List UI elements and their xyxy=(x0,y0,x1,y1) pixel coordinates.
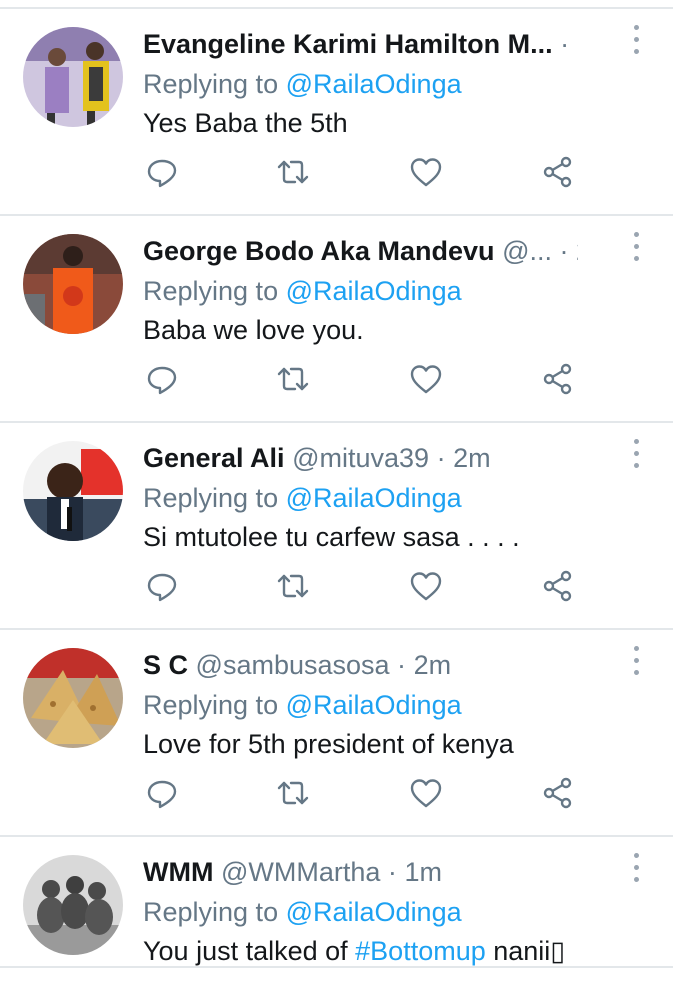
replying-to-label: Replying to xyxy=(143,276,279,306)
avatar[interactable] xyxy=(23,441,123,541)
like-icon[interactable] xyxy=(409,155,443,189)
timestamp[interactable]: 1m xyxy=(577,29,578,59)
avatar[interactable] xyxy=(23,27,123,127)
separator: · xyxy=(559,236,569,266)
tweet-header: General Ali @mituva39 · 2m xyxy=(143,437,578,479)
replying-to: Replying to @RailaOdinga xyxy=(143,477,462,519)
action-bar xyxy=(0,356,673,406)
tweet-text: Baba we love you. xyxy=(143,308,364,352)
author-name[interactable]: WMM xyxy=(143,857,213,887)
more-vertical-icon[interactable] xyxy=(620,23,654,63)
replying-to-label: Replying to xyxy=(143,69,279,99)
reply-icon[interactable] xyxy=(145,776,179,810)
tweet-text: Love for 5th president of kenya xyxy=(143,722,514,766)
avatar[interactable] xyxy=(23,855,123,955)
replying-to: Replying to @RailaOdinga xyxy=(143,270,462,312)
author-handle[interactable]: @... xyxy=(502,236,552,266)
tweet-reply[interactable]: Evangeline Karimi Hamilton M... · 1m Rep… xyxy=(0,9,673,216)
more-vertical-icon[interactable] xyxy=(620,230,654,270)
retweet-icon[interactable] xyxy=(276,776,310,810)
replying-to-handle[interactable]: @RailaOdinga xyxy=(286,69,462,99)
replying-to-handle[interactable]: @RailaOdinga xyxy=(286,897,462,927)
tweet-reply[interactable]: General Ali @mituva39 · 2m Replying to @… xyxy=(0,423,673,630)
reply-icon[interactable] xyxy=(145,569,179,603)
more-vertical-icon[interactable] xyxy=(620,437,654,477)
replying-to-handle[interactable]: @RailaOdinga xyxy=(286,276,462,306)
replying-to-label: Replying to xyxy=(143,483,279,513)
action-bar xyxy=(0,563,673,613)
timestamp[interactable]: 2m xyxy=(414,650,452,680)
tweet-text-body: Yes Baba the 5th xyxy=(143,108,348,138)
retweet-icon[interactable] xyxy=(276,155,310,189)
tweet-header: Evangeline Karimi Hamilton M... · 1m xyxy=(143,23,578,65)
replying-to-label: Replying to xyxy=(143,897,279,927)
tweet-text-body: Si mtutolee tu carfew sasa . . . . xyxy=(143,522,520,552)
action-bar xyxy=(0,770,673,820)
replying-to: Replying to @RailaOdinga xyxy=(143,891,462,933)
share-icon[interactable] xyxy=(541,569,575,603)
like-icon[interactable] xyxy=(409,776,443,810)
separator: · xyxy=(387,857,397,887)
tweet-header: George Bodo Aka Mandevu @... · 2m xyxy=(143,230,578,272)
tweet-header: S C @sambusasosa · 2m xyxy=(143,644,578,686)
tweet-text-body: Baba we love you. xyxy=(143,315,364,345)
separator: · xyxy=(436,443,446,473)
tweet-text: Si mtutolee tu carfew sasa . . . . xyxy=(143,515,520,559)
divider xyxy=(0,966,673,968)
tweet-reply[interactable]: WMM @WMMartha · 1m Replying to @RailaOdi… xyxy=(0,837,673,968)
retweet-icon[interactable] xyxy=(276,569,310,603)
like-icon[interactable] xyxy=(409,569,443,603)
action-bar xyxy=(0,149,673,199)
timestamp[interactable]: 2m xyxy=(453,443,491,473)
replying-to-label: Replying to xyxy=(143,690,279,720)
author-name[interactable]: S C xyxy=(143,650,188,680)
reply-icon[interactable] xyxy=(145,155,179,189)
tweet-reply[interactable]: S C @sambusasosa · 2m Replying to @Raila… xyxy=(0,630,673,837)
tweet-reply[interactable]: George Bodo Aka Mandevu @... · 2m Replyi… xyxy=(0,216,673,423)
replying-to: Replying to @RailaOdinga xyxy=(143,684,462,726)
author-handle[interactable]: @mituva39 xyxy=(292,443,429,473)
share-icon[interactable] xyxy=(541,155,575,189)
like-icon[interactable] xyxy=(409,362,443,396)
author-name[interactable]: Evangeline Karimi Hamilton M... xyxy=(143,29,553,59)
tweet-text-body: You just talked of xyxy=(143,936,356,966)
author-handle[interactable]: @WMMartha xyxy=(221,857,380,887)
tweet-text-suffix: nanii▯ xyxy=(485,936,566,966)
separator: · xyxy=(560,29,570,59)
reply-icon[interactable] xyxy=(145,362,179,396)
tweet-text-body: Love for 5th president of kenya xyxy=(143,729,514,759)
author-name[interactable]: George Bodo Aka Mandevu xyxy=(143,236,495,266)
share-icon[interactable] xyxy=(541,362,575,396)
separator: · xyxy=(397,650,407,680)
avatar[interactable] xyxy=(23,648,123,748)
share-icon[interactable] xyxy=(541,776,575,810)
tweet-text: Yes Baba the 5th xyxy=(143,101,348,145)
replying-to-handle[interactable]: @RailaOdinga xyxy=(286,690,462,720)
author-handle[interactable]: @sambusasosa xyxy=(196,650,390,680)
retweet-icon[interactable] xyxy=(276,362,310,396)
timestamp[interactable]: 1m xyxy=(404,857,442,887)
timestamp[interactable]: 2m xyxy=(576,236,578,266)
tweet-header: WMM @WMMartha · 1m xyxy=(143,851,578,893)
replying-to: Replying to @RailaOdinga xyxy=(143,63,462,105)
more-vertical-icon[interactable] xyxy=(620,644,654,684)
hashtag-link[interactable]: #Bottomup xyxy=(355,936,486,966)
more-vertical-icon[interactable] xyxy=(620,851,654,891)
author-name[interactable]: General Ali xyxy=(143,443,285,473)
replying-to-handle[interactable]: @RailaOdinga xyxy=(286,483,462,513)
avatar[interactable] xyxy=(23,234,123,334)
